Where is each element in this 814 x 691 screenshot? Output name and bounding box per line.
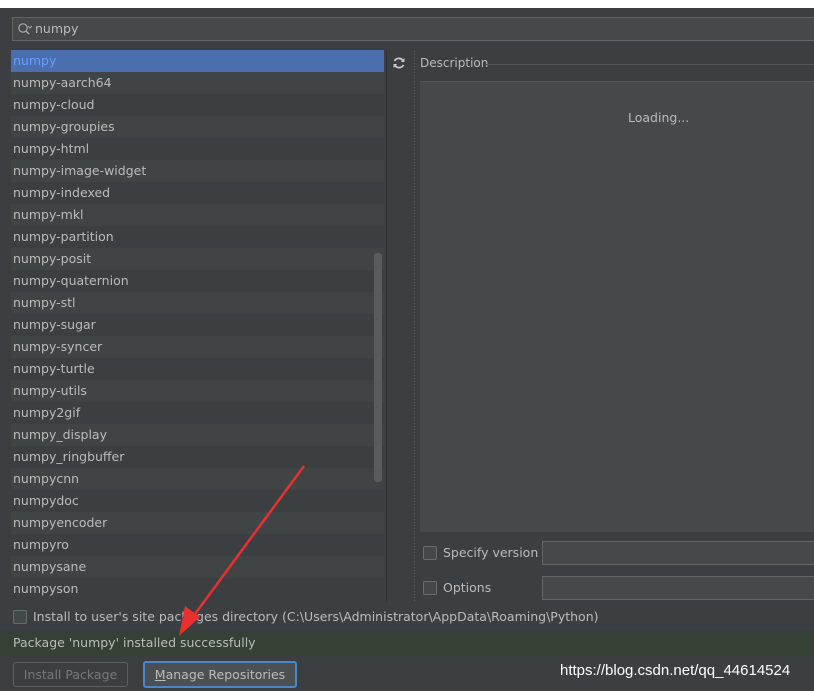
package-list-item[interactable]: numpy-aarch64: [11, 72, 384, 94]
search-input[interactable]: numpy: [12, 17, 814, 41]
install-package-button[interactable]: Install Package: [13, 662, 128, 687]
package-list-item[interactable]: numpy-partition: [11, 226, 384, 248]
install-user-checkbox[interactable]: [13, 610, 27, 624]
package-list-item[interactable]: numpy_ringbuffer: [11, 446, 384, 468]
package-list-item[interactable]: numpy2gif: [11, 402, 384, 424]
package-list-item[interactable]: numpy-mkl: [11, 204, 384, 226]
package-list-item[interactable]: numpy-quaternion: [11, 270, 384, 292]
package-list-item[interactable]: numpydoc: [11, 490, 384, 512]
package-list-item[interactable]: numpy-syncer: [11, 336, 384, 358]
package-list-item[interactable]: numpy-utils: [11, 380, 384, 402]
status-bar: Package 'numpy' installed successfully: [0, 631, 814, 655]
install-user-label: Install to user's site packages director…: [33, 609, 599, 624]
package-list-item[interactable]: numpy_display: [11, 424, 384, 446]
package-list[interactable]: numpy numpy-aarch64 numpy-cloud numpy-group…: [11, 50, 384, 602]
search-icon: [17, 22, 33, 36]
package-list-item[interactable]: numpysane: [11, 556, 384, 578]
package-list-item[interactable]: numpyro: [11, 534, 384, 556]
package-list-item[interactable]: numpyson: [11, 578, 384, 600]
refresh-button[interactable]: [389, 53, 409, 73]
options-field[interactable]: [542, 576, 814, 600]
package-list-item[interactable]: numpy-image-widget: [11, 160, 384, 182]
package-list-item[interactable]: numpy-turtle: [11, 358, 384, 380]
description-header: Description: [420, 56, 489, 70]
package-list-item[interactable]: numpy-posit: [11, 248, 384, 270]
refresh-icon: [392, 57, 406, 74]
manage-mnemonic: M: [154, 667, 166, 682]
package-list-item[interactable]: numpyencoder: [11, 512, 384, 534]
package-list-item[interactable]: numpy-groupies: [11, 116, 384, 138]
package-list-item[interactable]: numpy-indexed: [11, 182, 384, 204]
package-list-item[interactable]: numpy-sugar: [11, 314, 384, 336]
options-checkbox[interactable]: [423, 581, 437, 595]
specify-version-field[interactable]: [542, 541, 814, 565]
loading-text: Loading...: [628, 110, 690, 125]
package-list-item[interactable]: numpy-cloud: [11, 94, 384, 116]
description-header-line: [486, 64, 814, 65]
watermark: https://blog.csdn.net/qq_44614524: [560, 662, 791, 679]
package-list-item[interactable]: numpy: [11, 50, 384, 72]
manage-repositories-button[interactable]: Manage Repositories: [143, 661, 297, 688]
specify-version-checkbox[interactable]: [423, 546, 437, 560]
window-top-strip: [0, 0, 814, 8]
specify-version-label: Specify version: [443, 545, 539, 560]
options-label: Options: [443, 580, 492, 595]
package-list-item[interactable]: numpy-html: [11, 138, 384, 160]
description-pane: Loading...: [420, 81, 814, 532]
splitter-handle[interactable]: [413, 50, 416, 602]
package-list-item[interactable]: numpy-stl: [11, 292, 384, 314]
refresh-column: [386, 50, 412, 602]
status-message: Package 'numpy' installed successfully: [13, 635, 256, 650]
package-list-item[interactable]: numpycnn: [11, 468, 384, 490]
search-query-text: numpy: [35, 21, 79, 36]
manage-label: anage Repositories: [165, 667, 286, 682]
package-list-scrollbar[interactable]: [374, 253, 382, 482]
